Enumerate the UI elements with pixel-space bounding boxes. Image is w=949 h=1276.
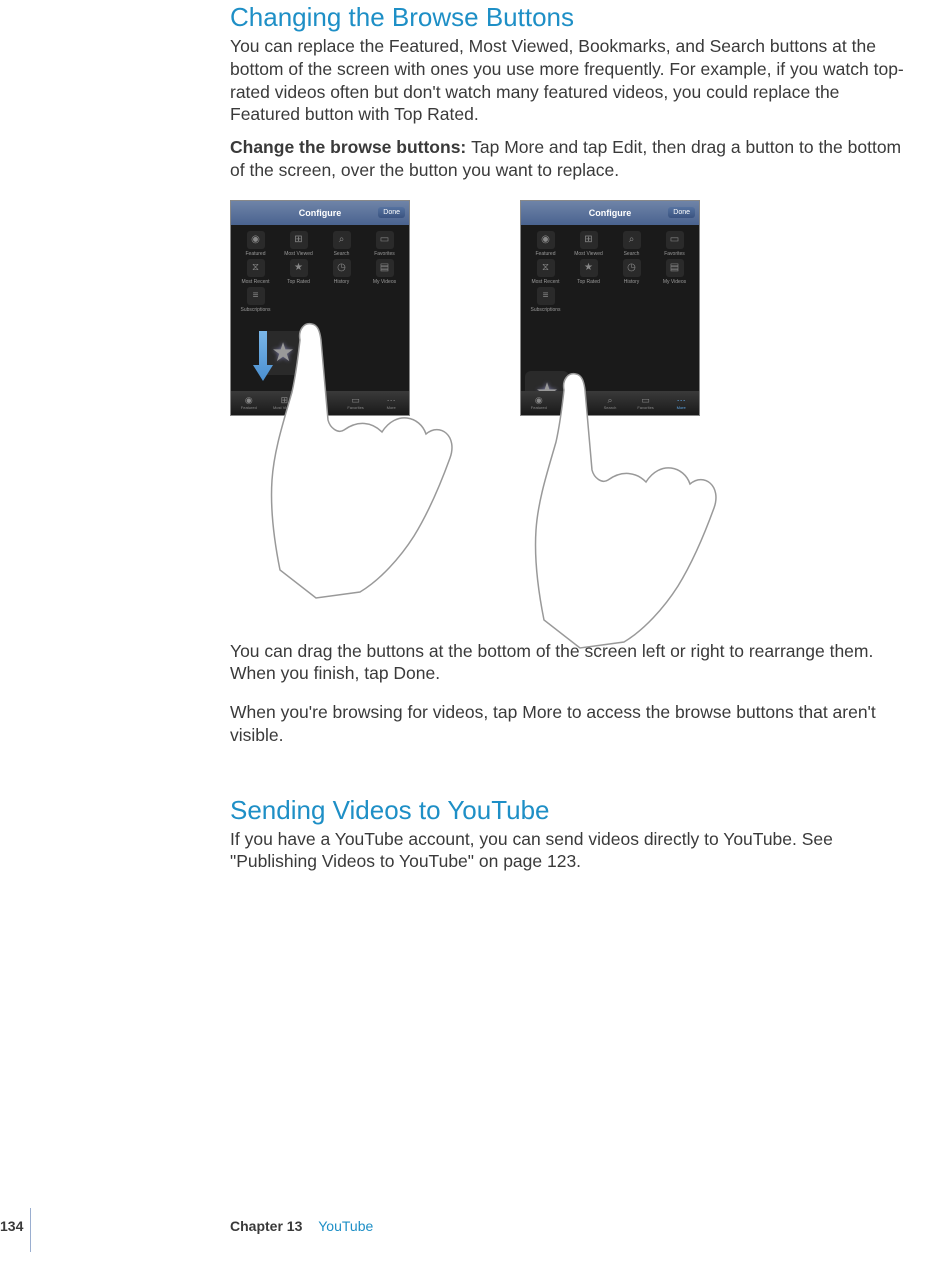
phone-figure-1: Configure Done ◉Featured ⊞Most Viewed ⌕S… [230,200,480,600]
tab-featured: ◉Featured [231,391,267,415]
done-button: Done [378,207,405,218]
icon-grid: ◉Featured ⊞Most Viewed ⌕Search ▭Favorite… [231,225,409,319]
grid-search-2: ⌕Search [611,231,652,257]
history-icon: ◷ [333,259,351,277]
youtube-paragraph: If you have a YouTube account, you can s… [230,828,910,874]
section-heading-browse: Changing the Browse Buttons [230,2,910,33]
instruction-paragraph: Change the browse buttons: Tap More and … [230,136,910,182]
myvideos-icon: ▤ [376,259,394,277]
grid-toprated: ★Top Rated [278,259,319,285]
grid-mostviewed: ⊞Most Viewed [278,231,319,257]
instruction-label: Change the browse buttons: [230,137,471,157]
toprated-icon: ★ [580,259,598,277]
done-button-2: Done [668,207,695,218]
mostviewed-icon: ⊞ [290,231,308,249]
search-icon: ⌕ [623,231,641,249]
mostviewed-icon: ⊞ [580,231,598,249]
nav-bar: Configure Done [231,201,409,225]
grid-mostviewed-2: ⊞Most Viewed [568,231,609,257]
grid-history-2: ◷History [611,259,652,285]
grid-favorites: ▭Favorites [364,231,405,257]
page-number: 134 [0,1218,23,1234]
hand-icon-2 [534,360,724,650]
grid-mostrecent: ⧖Most Recent [235,259,276,285]
history-icon: ◷ [623,259,641,277]
grid-favorites-2: ▭Favorites [654,231,695,257]
icon-grid-2: ◉Featured ⊞Most Viewed ⌕Search ▭Favorite… [521,225,699,319]
toprated-icon: ★ [290,259,308,277]
grid-search: ⌕Search [321,231,362,257]
after-figure-2: When you're browsing for videos, tap Mor… [230,701,910,747]
hand-icon-1 [270,310,460,600]
favorites-icon: ▭ [666,231,684,249]
favorites-icon: ▭ [376,231,394,249]
nav-bar-2: Configure Done [521,201,699,225]
nav-title-2: Configure [589,208,632,218]
chapter-number: Chapter 13 [230,1218,302,1234]
subscriptions-icon: ≡ [537,287,555,305]
grid-myvideos: ▤My Videos [364,259,405,285]
search-icon: ⌕ [333,231,351,249]
footer-rule [30,1208,31,1252]
mostrecent-icon: ⧖ [247,259,265,277]
chapter-ref: Chapter 13 YouTube [230,1218,373,1234]
grid-history: ◷History [321,259,362,285]
intro-paragraph: You can replace the Featured, Most Viewe… [230,35,910,126]
grid-featured-2: ◉Featured [525,231,566,257]
section-heading-youtube: Sending Videos to YouTube [230,795,910,826]
featured-icon: ◉ [537,231,555,249]
figure-container: Configure Done ◉Featured ⊞Most Viewed ⌕S… [230,200,910,600]
nav-title: Configure [299,208,342,218]
grid-featured: ◉Featured [235,231,276,257]
myvideos-icon: ▤ [666,259,684,277]
grid-myvideos-2: ▤My Videos [654,259,695,285]
chapter-title: YouTube [318,1218,373,1234]
featured-icon: ◉ [247,231,265,249]
phone-figure-2: Configure Done ◉Featured ⊞Most Viewed ⌕S… [520,200,770,600]
footer: 134 Chapter 13 YouTube [0,1218,949,1242]
grid-mostrecent-2: ⧖Most Recent [525,259,566,285]
mostrecent-icon: ⧖ [537,259,555,277]
subscriptions-icon: ≡ [247,287,265,305]
grid-toprated-2: ★Top Rated [568,259,609,285]
grid-subscriptions-2: ≡Subscriptions [525,287,566,313]
